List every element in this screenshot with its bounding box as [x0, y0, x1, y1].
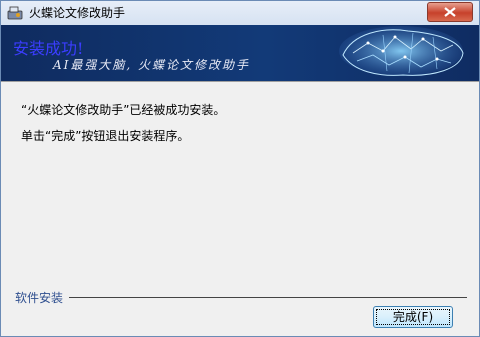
footer-label: 软件安装 — [15, 291, 64, 305]
success-message: “火蝶论文修改助手”已经被成功安装。 — [21, 103, 226, 117]
finish-button[interactable]: 完成(F) — [373, 306, 453, 328]
title-bar[interactable]: 火蝶论文修改助手 — [1, 1, 479, 26]
exit-instruction: 单击“完成”按钮退出安装程序。 — [21, 129, 190, 143]
installer-app-icon — [7, 6, 23, 20]
close-button[interactable] — [427, 2, 473, 22]
finish-button-label: 完成(F) — [392, 310, 434, 324]
banner-subtitle: AI最强大脑, 火蝶论文修改助手 — [53, 58, 251, 72]
header-banner: 安装成功! AI最强大脑, 火蝶论文修改助手 — [1, 25, 479, 81]
close-icon — [444, 7, 456, 17]
brain-graphic — [339, 26, 464, 76]
window-title: 火蝶论文修改助手 — [29, 6, 126, 20]
footer-divider — [69, 297, 467, 298]
installer-window: 火蝶论文修改助手 安装成功! AI最强大脑, 火蝶论文修改助手 “火蝶论文修改助… — [0, 0, 480, 337]
banner-divider — [1, 81, 479, 82]
